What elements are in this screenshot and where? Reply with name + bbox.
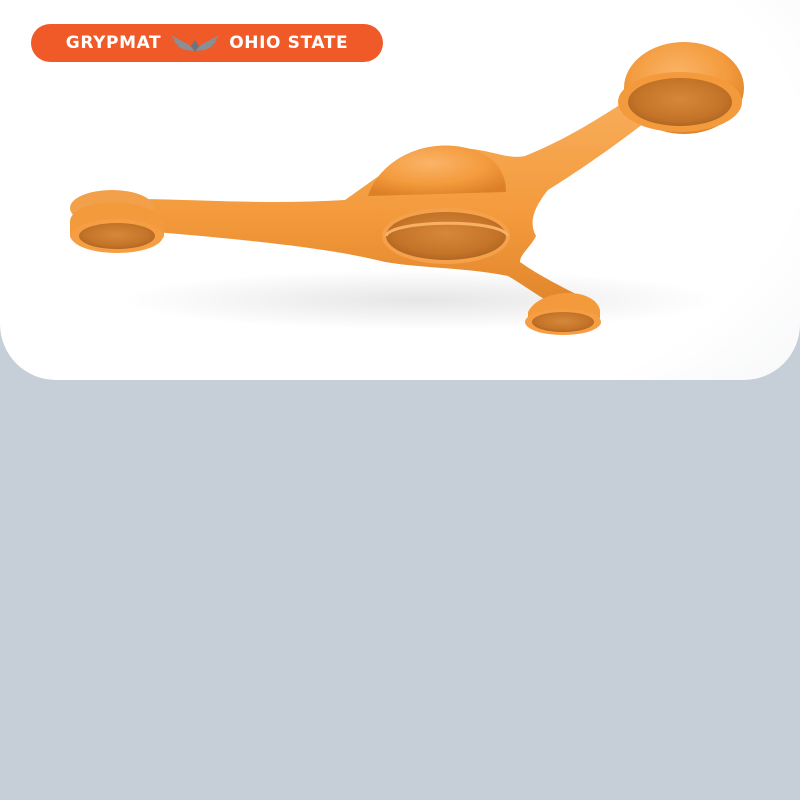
school-name: OHIO STATE xyxy=(229,33,349,53)
product-image-card: GRYPMAT OHIO STATE xyxy=(0,0,800,380)
wings-icon xyxy=(171,35,220,52)
brand-name: GRYPMAT xyxy=(65,33,162,53)
page-canvas: GRYPMAT OHIO STATE xyxy=(0,0,800,800)
brand-badge: GRYPMAT OHIO STATE xyxy=(31,24,383,62)
